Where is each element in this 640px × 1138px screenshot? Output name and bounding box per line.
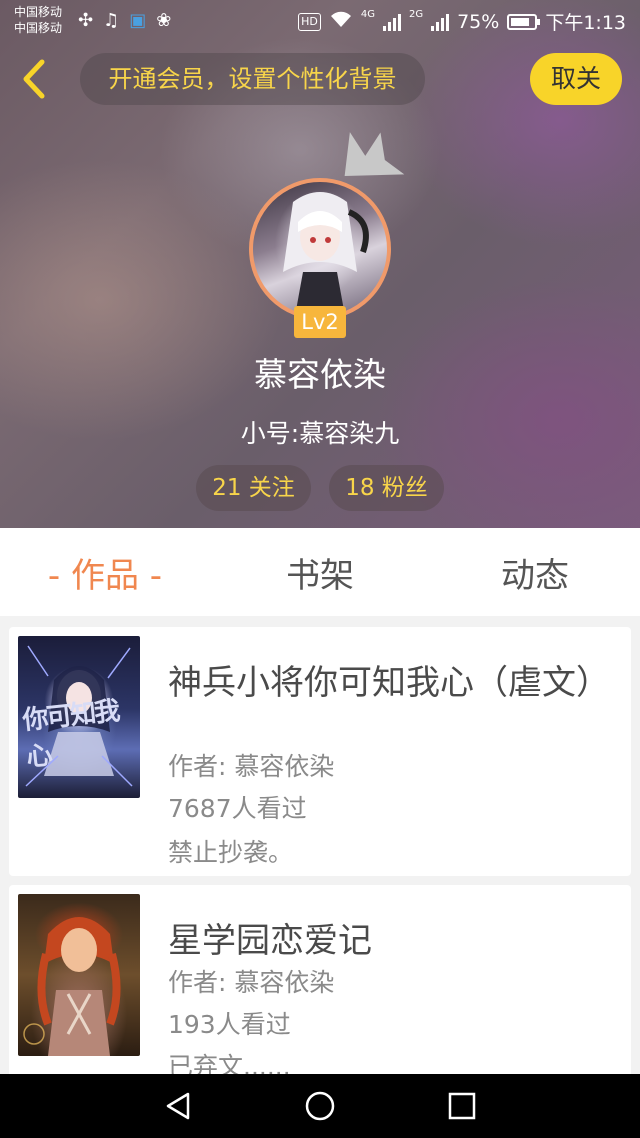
- profile-tabs: - 作品 - 书架 动态: [0, 528, 640, 616]
- signal-mute-icon: ✣: [78, 10, 94, 31]
- wifi-icon: [329, 10, 353, 33]
- carrier-labels: 中国移动 中国移动: [14, 4, 62, 36]
- app-notification-icon: ▣: [129, 10, 147, 31]
- unfollow-button[interactable]: 取关: [530, 53, 622, 105]
- following-count-button[interactable]: 21 关注: [196, 465, 311, 511]
- clock: 下午1:13: [545, 12, 626, 34]
- vip-background-prompt[interactable]: 开通会员，设置个性化背景: [80, 53, 425, 105]
- followers-count-button[interactable]: 18 粉丝: [329, 465, 444, 511]
- battery-percent: 75%: [457, 10, 500, 33]
- status-right-group: HD 4G 2G 75% 下午1:13: [298, 8, 626, 35]
- signal-bars-2-icon: [431, 13, 450, 31]
- book-views: 193人看过: [168, 1010, 291, 1039]
- book-note: 禁止抄袭。: [168, 838, 294, 867]
- avatar[interactable]: [249, 178, 391, 320]
- battery-icon: [507, 13, 541, 30]
- tab-activity[interactable]: 动态: [450, 528, 620, 616]
- triangle-back-icon[interactable]: [162, 1090, 194, 1122]
- signal-bars-1-icon: [382, 13, 401, 31]
- tab-works[interactable]: - 作品 -: [20, 528, 190, 616]
- hd-badge: HD: [298, 12, 321, 31]
- tab-bookshelf[interactable]: 书架: [235, 528, 405, 616]
- alt-account-name: 小号:慕容染九: [240, 419, 400, 448]
- book-title[interactable]: 神兵小将你可知我心（虐文）: [168, 655, 610, 704]
- profile-page: 中国移动 中国移动 ✣ ♫ ▣ ❀ HD 4G 2G 75% 下午1:13 开通…: [0, 0, 640, 1138]
- status-bar: 中国移动 中国移动 ✣ ♫ ▣ ❀ HD 4G 2G 75% 下午1:13: [0, 0, 640, 42]
- level-badge: Lv2: [294, 306, 346, 338]
- cover-illustration: [23, 917, 121, 1056]
- book-cover: 你可知我心: [18, 636, 140, 798]
- wechat-icon: ❀: [156, 10, 172, 31]
- square-recent-icon[interactable]: [446, 1090, 478, 1122]
- book-author: 作者: 慕容依染: [168, 968, 335, 997]
- carrier-1: 中国移动: [14, 5, 63, 19]
- carrier-2: 中国移动: [14, 21, 63, 35]
- network-type-2: 2G: [408, 9, 424, 20]
- book-views: 7687人看过: [168, 794, 307, 823]
- book-list-item[interactable]: 星学园恋爱记 作者: 慕容依染 193人看过 已弃文......: [9, 885, 631, 1085]
- system-nav-bar: [0, 1074, 640, 1138]
- back-button[interactable]: [14, 56, 54, 102]
- music-icon: ♫: [103, 10, 120, 31]
- network-type-1: 4G: [360, 9, 375, 20]
- notification-icons: ✣ ♫ ▣ ❀: [78, 10, 171, 31]
- cover-title-text: 你可知我心: [21, 696, 120, 773]
- username: 慕容依染: [254, 355, 386, 394]
- avatar-illustration: [283, 192, 369, 316]
- circle-home-icon[interactable]: [304, 1090, 336, 1122]
- book-list-item[interactable]: 你可知我心 神兵小将你可知我心（虐文） 作者: 慕容依染 7687人看过 禁止抄…: [9, 627, 631, 876]
- chevron-left-icon: [23, 59, 45, 99]
- book-author: 作者: 慕容依染: [168, 752, 335, 781]
- book-title[interactable]: 星学园恋爱记: [168, 913, 372, 962]
- book-cover: [18, 894, 140, 1056]
